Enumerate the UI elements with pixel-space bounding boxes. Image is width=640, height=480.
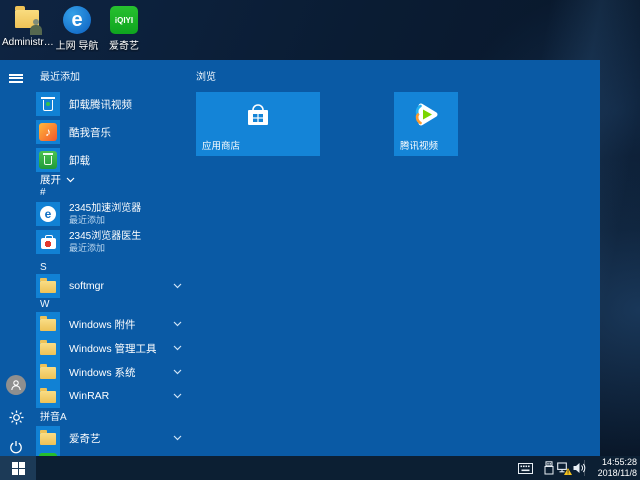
desktop-icon-label: 爱奇艺 [100, 37, 148, 52]
kuwo-music-icon: ♪ [36, 120, 60, 144]
desktop-wallpaper: Administra... e 上网 导航 iQIYI 爱奇艺 [0, 0, 640, 480]
power-button[interactable] [0, 433, 32, 456]
section-header-s[interactable]: S [40, 262, 47, 273]
section-header-hash[interactable]: # [40, 187, 46, 198]
chevron-down-icon [173, 283, 182, 289]
clock-date: 2018/11/8 [583, 468, 637, 479]
expand-button[interactable]: 展开 [40, 172, 75, 187]
desktop-icon-label: 上网 导航 [52, 37, 102, 52]
user-account-button[interactable] [0, 371, 32, 399]
power-icon [9, 440, 23, 454]
2345-doctor-icon [36, 230, 60, 254]
section-header-pinyin-a[interactable]: 拼音A [40, 408, 67, 423]
list-item-iqiyi-folder[interactable]: 爱奇艺 [36, 426, 194, 450]
list-item-uninstall-tencent-video[interactable]: 卸载腾讯视频 [36, 92, 194, 116]
list-item-softmgr[interactable]: softmgr [36, 274, 194, 298]
folder-icon [36, 312, 60, 336]
gear-icon [9, 410, 24, 425]
chevron-down-icon [173, 321, 182, 327]
touch-keyboard-icon [518, 463, 533, 474]
chevron-down-icon [173, 435, 182, 441]
list-item-windows-accessories[interactable]: Windows 附件 [36, 312, 194, 336]
taskbar: 14:55:28 2018/11/8 [0, 456, 640, 480]
desktop-icon-administrator[interactable]: Administra... [2, 5, 54, 48]
chevron-down-icon [173, 369, 182, 375]
uninstall-icon [36, 148, 60, 172]
settings-button[interactable] [0, 403, 32, 431]
list-item-windows-admin-tools[interactable]: Windows 管理工具 [36, 336, 194, 360]
folder-icon [36, 426, 60, 450]
clock-time: 14:55:28 [583, 457, 637, 468]
avatar [6, 375, 26, 395]
hamburger-icon [9, 72, 23, 84]
clock[interactable]: 14:55:28 2018/11/8 [583, 457, 637, 479]
2345-browser-icon: e [36, 202, 60, 226]
section-header-recent: 最近添加 [40, 68, 80, 83]
chevron-down-icon [66, 177, 75, 183]
folder-icon [36, 336, 60, 360]
folder-icon [36, 274, 60, 298]
section-header-w[interactable]: W [40, 299, 49, 310]
chevron-down-icon [173, 345, 182, 351]
tencent-video-icon [394, 101, 458, 128]
tile-label: 腾讯视频 [400, 138, 438, 152]
desktop-icon-iqiyi[interactable]: iQIYI 爱奇艺 [100, 5, 148, 52]
tile-label: 应用商店 [202, 138, 240, 152]
touch-keyboard-button[interactable] [516, 456, 534, 480]
chevron-down-icon [173, 393, 182, 399]
start-menu-rail [0, 60, 32, 456]
hamburger-menu-button[interactable] [0, 64, 32, 92]
list-item-uninstall[interactable]: 卸载 [36, 148, 194, 172]
list-item-kuwo-music[interactable]: ♪ 酷我音乐 [36, 120, 194, 144]
network-warning-icon [557, 462, 572, 475]
folder-icon [36, 360, 60, 384]
tile-windows-store[interactable]: 应用商店 [196, 92, 320, 156]
list-item-2345-browser-doctor[interactable]: 2345浏览器医生 最近添加 [36, 229, 194, 255]
iqiyi-icon: iQIYI [109, 5, 139, 35]
network-tray-button[interactable] [556, 456, 572, 480]
user-icon [10, 379, 22, 391]
tile-group-header[interactable]: 浏览 [196, 68, 216, 83]
start-button[interactable] [0, 456, 36, 480]
browser-e-icon: e [62, 5, 92, 35]
start-menu: 最近添加 卸载腾讯视频 ♪ 酷我音乐 卸载 展开 # e 2345加速浏览器 最… [0, 60, 600, 456]
user-folder-icon [13, 5, 43, 35]
windows-logo-icon [12, 462, 25, 475]
desktop-icon-web-nav[interactable]: e 上网 导航 [52, 5, 102, 52]
windows-store-icon [196, 102, 320, 128]
list-item-2345-browser[interactable]: e 2345加速浏览器 最近添加 [36, 201, 194, 227]
list-item-winrar[interactable]: WinRAR [36, 384, 194, 408]
usb-icon [544, 461, 554, 475]
list-item-windows-system[interactable]: Windows 系统 [36, 360, 194, 384]
desktop-icon-label: Administra... [2, 37, 54, 48]
folder-icon [36, 384, 60, 408]
usb-tray-button[interactable] [542, 456, 556, 480]
tile-tencent-video[interactable]: 腾讯视频 [394, 92, 458, 156]
uninstall-tencent-video-icon [36, 92, 60, 116]
